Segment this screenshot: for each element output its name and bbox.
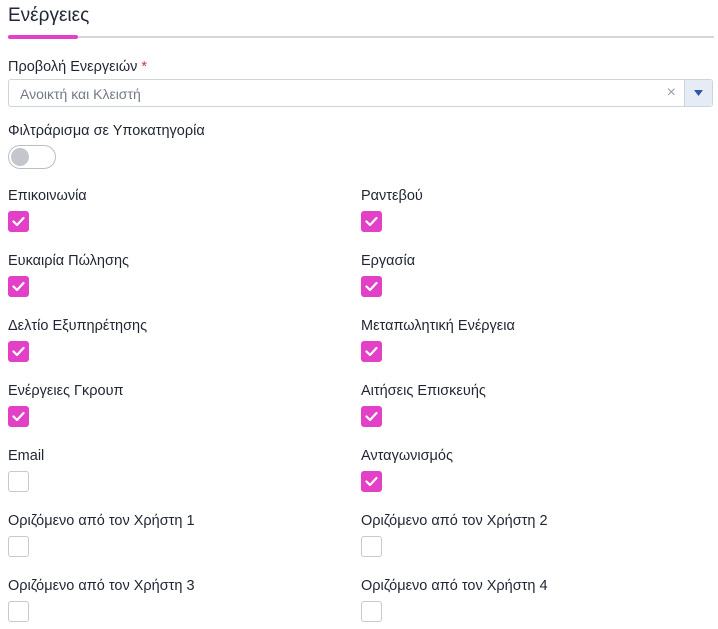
option-label: Οριζόμενο από τον Χρήστη 2 — [361, 513, 548, 529]
view-select[interactable]: Ανοικτή και Κλειστή × — [8, 79, 713, 107]
caret-down-icon[interactable] — [684, 80, 712, 106]
filter-toggle[interactable] — [8, 145, 56, 169]
option-checkbox[interactable] — [361, 471, 382, 492]
option-checkbox[interactable] — [361, 211, 382, 232]
option-label: Δελτίο Εξυπηρέτησης — [8, 318, 148, 334]
title-divider — [8, 36, 714, 38]
option-checkbox[interactable] — [361, 276, 382, 297]
option-label: Οριζόμενο από τον Χρήστη 4 — [361, 578, 548, 594]
option-checkbox[interactable] — [8, 601, 29, 622]
option-label: Ανταγωνισμός — [361, 448, 453, 464]
option-label: Αιτήσεις Επισκευής — [361, 383, 486, 399]
option-checkbox[interactable] — [361, 341, 382, 362]
view-label: Προβολή Ενεργειών * — [8, 59, 147, 75]
option-label: Επικοινωνία — [8, 188, 87, 204]
clear-icon[interactable]: × — [667, 84, 676, 102]
option-checkbox[interactable] — [361, 406, 382, 427]
option-label: Μεταπωλητική Ενέργεια — [361, 318, 515, 334]
view-select-value: Ανοικτή και Κλειστή — [20, 86, 141, 102]
option-checkbox[interactable] — [8, 536, 29, 557]
option-checkbox[interactable] — [8, 406, 29, 427]
option-label: Οριζόμενο από τον Χρήστη 1 — [8, 513, 195, 529]
required-mark: * — [141, 59, 148, 75]
toggle-knob — [11, 148, 29, 166]
option-checkbox[interactable] — [8, 211, 29, 232]
filter-label: Φιλτράρισμα σε Υποκατηγορία — [8, 123, 205, 139]
option-label: Εργασία — [361, 253, 416, 269]
view-label-text: Προβολή Ενεργειών — [8, 59, 138, 75]
option-label: Ευκαιρία Πώλησης — [8, 253, 129, 269]
section-title: Ενέργειες — [8, 5, 90, 26]
option-label: Ενέργειες Γκρουπ — [8, 383, 124, 399]
option-label: Email — [8, 448, 45, 464]
option-label: Ραντεβού — [361, 188, 423, 204]
title-accent-bar — [8, 35, 78, 39]
option-checkbox[interactable] — [8, 276, 29, 297]
option-checkbox[interactable] — [8, 471, 29, 492]
option-checkbox[interactable] — [361, 536, 382, 557]
option-checkbox[interactable] — [8, 341, 29, 362]
option-label: Οριζόμενο από τον Χρήστη 3 — [8, 578, 195, 594]
option-checkbox[interactable] — [361, 601, 382, 622]
